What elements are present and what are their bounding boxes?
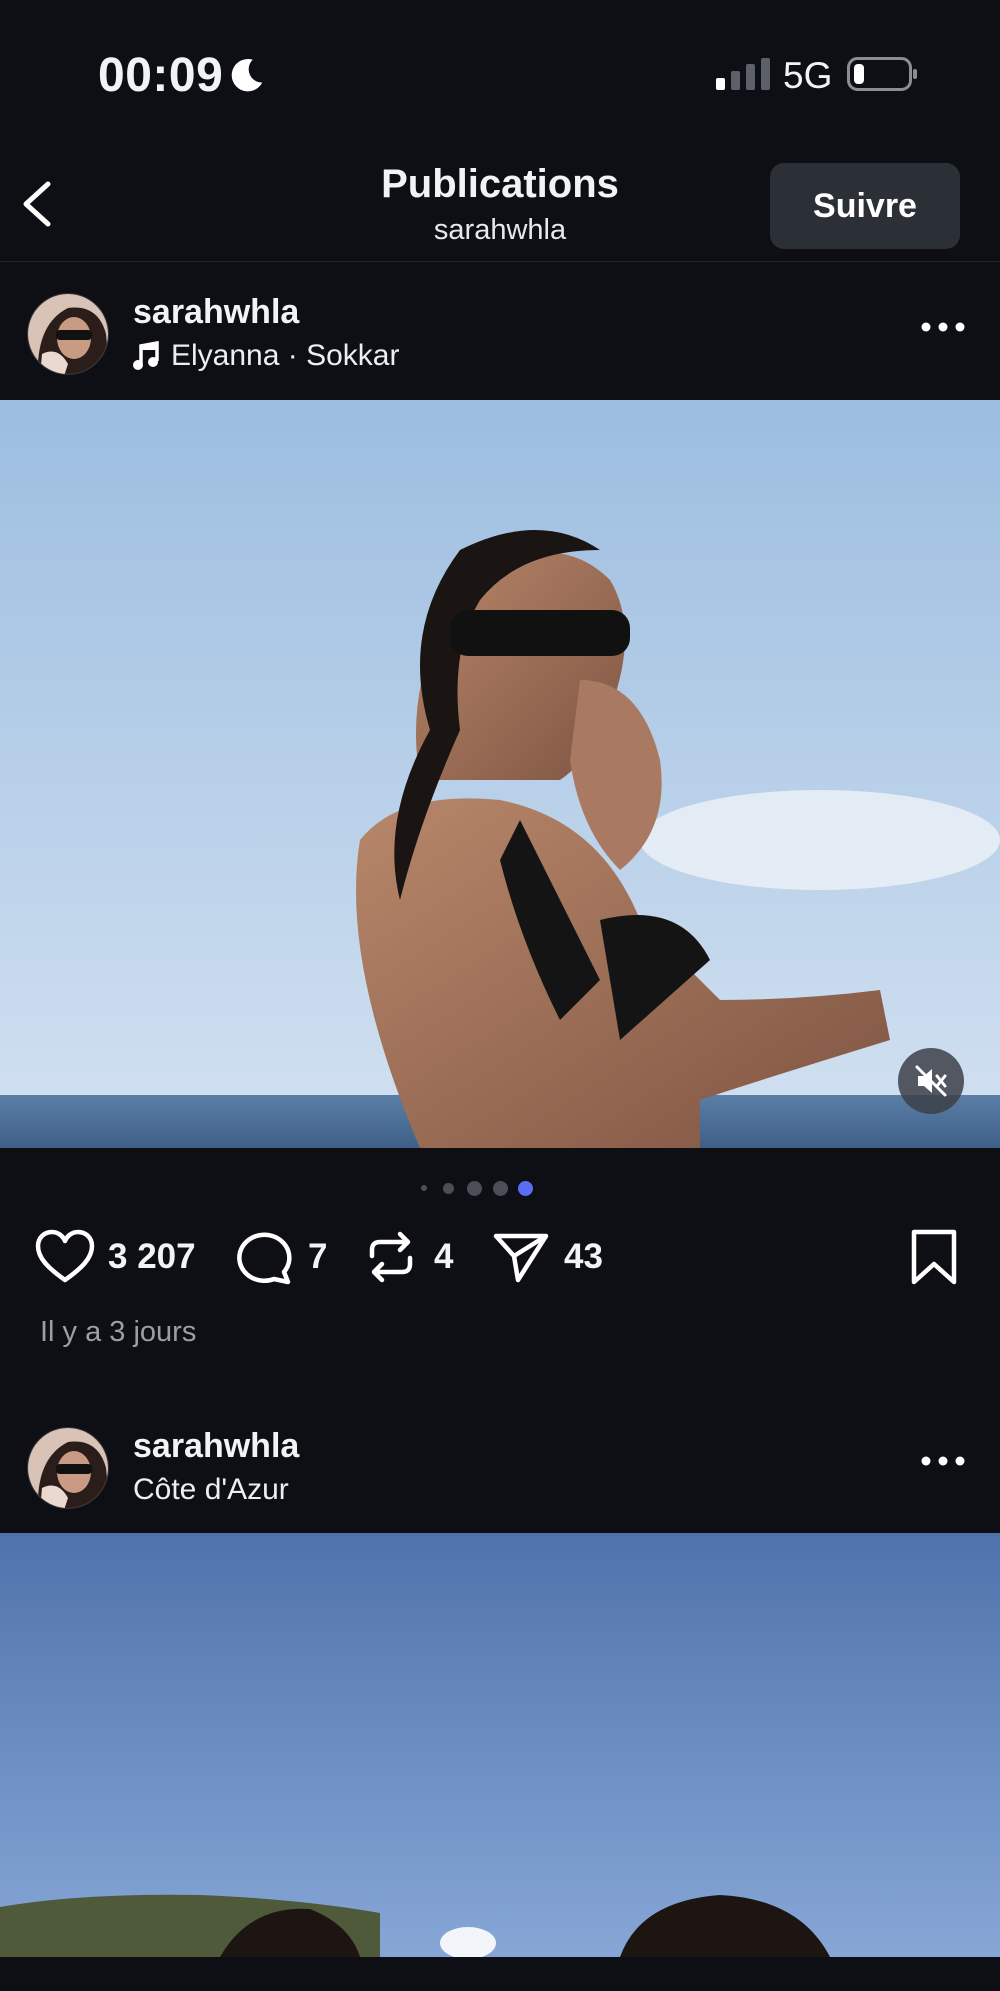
post-header: sarahwhla Elyanna · Sokkar [0,263,1000,399]
volume-off-icon [915,1065,947,1097]
music-label: Elyanna · Sokkar [171,339,400,372]
post-location[interactable]: Côte d'Azur [133,1473,289,1507]
post-username[interactable]: sarahwhla [133,293,299,332]
post-actions: 3 207 7 4 43 [0,1220,1000,1290]
share-action[interactable]: 43 [490,1228,603,1286]
moon-icon [231,59,263,92]
comment-action[interactable]: 7 [234,1228,327,1286]
post-image[interactable] [0,1533,1000,1957]
avatar[interactable] [27,293,109,375]
heart-icon[interactable] [34,1228,96,1286]
network-type: 5G [783,55,833,96]
battery-icon [847,57,917,91]
repost-count: 4 [434,1237,454,1276]
carousel-indicator [0,1178,1000,1198]
post-timestamp: Il y a 3 jours [40,1316,197,1348]
like-action[interactable]: 3 207 [34,1228,196,1286]
carousel-dot [443,1183,454,1194]
send-icon[interactable] [490,1228,552,1286]
post-header: sarahwhla Côte d'Azur [0,1397,1000,1533]
clock: 00:09 [98,49,224,102]
avatar[interactable] [27,1427,109,1509]
repost-icon[interactable] [360,1228,422,1286]
music-note-icon [133,341,159,370]
bookmark-icon[interactable] [908,1228,960,1286]
post-username[interactable]: sarahwhla [133,1427,299,1466]
carousel-dot [467,1181,482,1196]
share-count: 43 [564,1237,603,1276]
post-music[interactable]: Elyanna · Sokkar [133,339,399,373]
carousel-dot [421,1185,427,1191]
post-image[interactable] [0,400,1000,1148]
top-nav: Publications sarahwhla Suivre [0,140,1000,262]
status-bar: 00:09 5G [0,0,1000,140]
comment-icon[interactable] [234,1228,296,1286]
more-horizontal-icon[interactable] [920,1453,966,1469]
repost-action[interactable]: 4 [360,1228,453,1286]
like-count: 3 207 [108,1237,196,1276]
carousel-dot-active [518,1181,533,1196]
mute-button[interactable] [898,1048,964,1114]
carousel-dot [493,1181,508,1196]
bottom-bar [0,1957,1000,1991]
follow-button[interactable]: Suivre [770,163,960,249]
more-horizontal-icon[interactable] [920,319,966,335]
signal-icon [716,58,770,90]
location-label: Côte d'Azur [133,1473,289,1506]
comment-count: 7 [308,1237,328,1276]
